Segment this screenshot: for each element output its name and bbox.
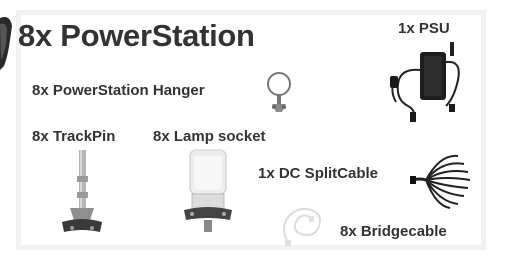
hanger-label: 8x PowerStation Hanger	[32, 82, 205, 99]
dc-splitcable-label: 1x DC SplitCable	[258, 165, 379, 182]
psu-label: 1x PSU	[398, 20, 450, 37]
psu-icon	[390, 42, 460, 122]
trackpin-icon	[62, 150, 102, 232]
bridgecable-icon	[283, 207, 321, 246]
bridgecable-label: 8x Bridgecable	[340, 223, 447, 240]
page-title: 8x PowerStation	[18, 18, 255, 53]
dc-splitcable-icon	[410, 154, 471, 209]
hanger-icon	[267, 72, 291, 112]
trackpin-label: 8x TrackPin	[32, 128, 116, 145]
lamp-socket-label: 8x Lamp socket	[153, 128, 266, 145]
lamp-socket-icon	[184, 149, 232, 232]
